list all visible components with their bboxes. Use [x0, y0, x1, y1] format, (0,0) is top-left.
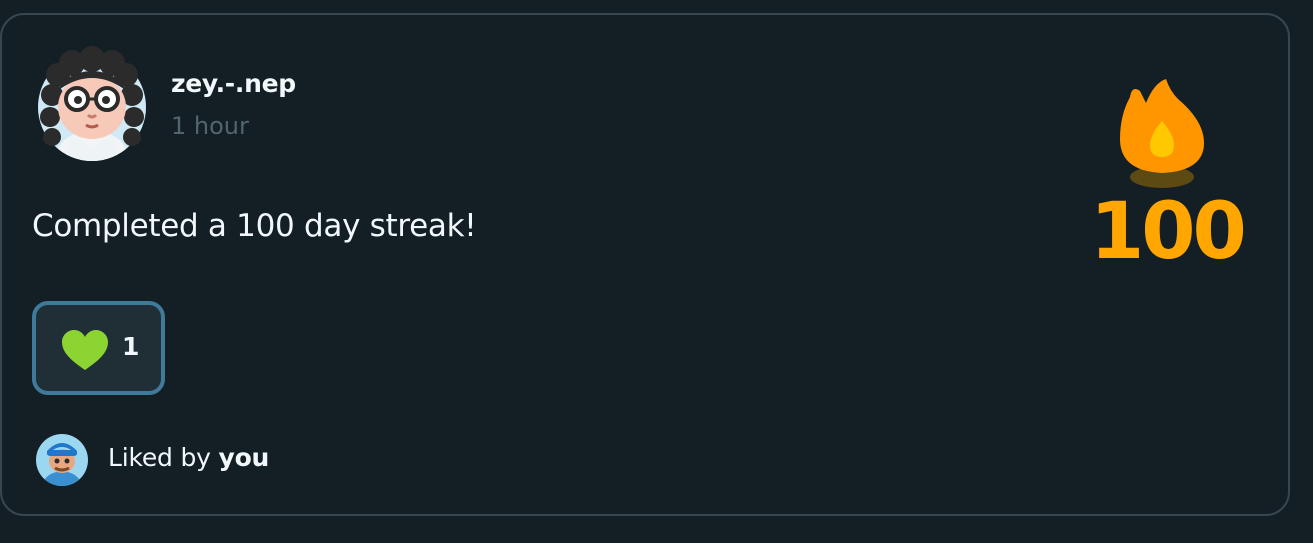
liker-avatar[interactable] — [35, 433, 89, 487]
user-avatar[interactable] — [36, 45, 148, 161]
liked-by-prefix: Liked by — [108, 443, 211, 472]
fire-flame-icon — [1116, 77, 1208, 189]
post-username[interactable]: zey.-.nep — [171, 69, 296, 98]
user-avatar-cap-icon — [36, 434, 88, 486]
heart-icon — [62, 330, 108, 370]
post-message: Completed a 100 day streak! — [32, 208, 477, 244]
liked-by-text: Liked by you — [108, 443, 269, 472]
like-count: 1 — [122, 332, 140, 361]
post-timestamp: 1 hour — [171, 112, 249, 140]
feed-post-card: zey.-.nep 1 hour Completed a 100 day str… — [0, 13, 1290, 516]
avatar-illustration-icon — [38, 46, 146, 161]
liked-by-user[interactable]: you — [218, 443, 269, 472]
like-button[interactable]: 1 — [32, 301, 165, 395]
streak-count: 100 — [1090, 187, 1247, 277]
